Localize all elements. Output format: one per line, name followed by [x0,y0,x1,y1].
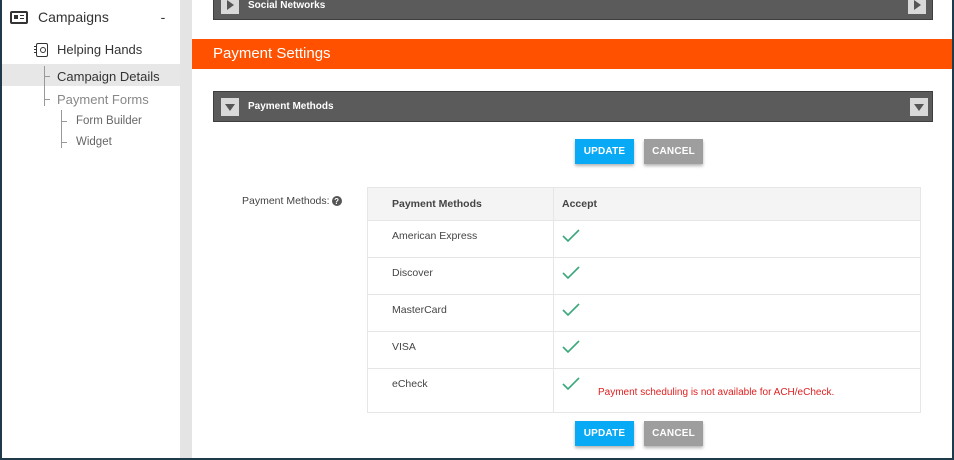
table-row: eCheck Payment scheduling is not availabl… [368,369,920,413]
campaign-item-helping-hands[interactable]: Helping Hands [34,42,143,57]
sidebar-divider [180,0,192,460]
field-label-text: Payment Methods: [242,195,330,207]
table-header: Payment Methods Accept [368,188,920,221]
sidebar: Campaigns - Helping Hands Campaign Detai… [0,0,180,460]
expand-arrow-icon[interactable] [221,0,239,14]
payment-method-name: VISA [368,332,554,368]
campaign-card-icon [10,10,28,24]
collapse-arrow-icon[interactable] [221,97,239,116]
tree-line [44,66,45,106]
dropdown-arrow-icon[interactable] [910,97,928,116]
tree-branch [44,76,50,77]
payment-method-name: Discover [368,258,554,294]
tree-branch [61,121,67,122]
table-row: Discover [368,258,920,295]
payment-methods-panel[interactable]: Payment Methods [213,91,933,122]
campaigns-title: Campaigns [38,9,109,25]
cancel-button-bottom[interactable]: CANCEL [644,421,703,446]
payment-method-name: MasterCard [368,295,554,331]
campaigns-header[interactable]: Campaigns - [10,8,170,26]
payment-methods-panel-label: Payment Methods [248,101,334,112]
table-row: MasterCard [368,295,920,332]
table-row: VISA [368,332,920,369]
checkmark-icon[interactable] [562,302,580,318]
expand-arrow-icon[interactable] [908,0,926,14]
echeck-warning-text: Payment scheduling is not available for … [598,387,835,398]
sidebar-item-campaign-details[interactable]: Campaign Details [57,69,160,84]
accept-cell[interactable]: Payment scheduling is not available for … [554,369,920,413]
sidebar-item-widget[interactable]: Widget [76,136,112,148]
collapse-toggle[interactable]: - [156,9,170,25]
checkmark-icon[interactable] [562,339,580,355]
payment-methods-field-label: Payment Methods: ? [242,195,342,207]
sidebar-item-payment-forms[interactable]: Payment Forms [57,92,149,107]
checkmark-icon[interactable] [562,376,580,392]
update-button-top[interactable]: UPDATE [575,139,634,164]
table-row: American Express [368,221,920,258]
checkmark-icon[interactable] [562,265,580,281]
accept-cell[interactable] [554,332,920,368]
accept-cell[interactable] [554,295,920,331]
contact-book-icon [34,42,48,57]
tree-branch [44,99,50,100]
accept-cell[interactable] [554,221,920,257]
sidebar-item-form-builder[interactable]: Form Builder [76,115,142,127]
payment-method-name: American Express [368,221,554,257]
campaign-name: Helping Hands [57,42,143,57]
header-accept: Accept [562,198,598,210]
help-icon[interactable]: ? [331,196,342,206]
tree-branch [61,142,67,143]
accept-cell[interactable] [554,258,920,294]
payment-method-name: eCheck [368,369,554,413]
main-content: Social Networks Payment Settings Payment… [192,0,952,460]
payment-methods-table: Payment Methods Accept American Express D… [367,187,921,413]
cancel-button-top[interactable]: CANCEL [644,139,703,164]
header-payment-methods: Payment Methods [368,188,554,220]
payment-settings-header: Payment Settings [192,39,952,69]
checkmark-icon[interactable] [562,228,580,244]
update-button-bottom[interactable]: UPDATE [575,421,634,446]
social-networks-label: Social Networks [248,0,326,11]
social-networks-panel[interactable]: Social Networks [213,0,933,20]
